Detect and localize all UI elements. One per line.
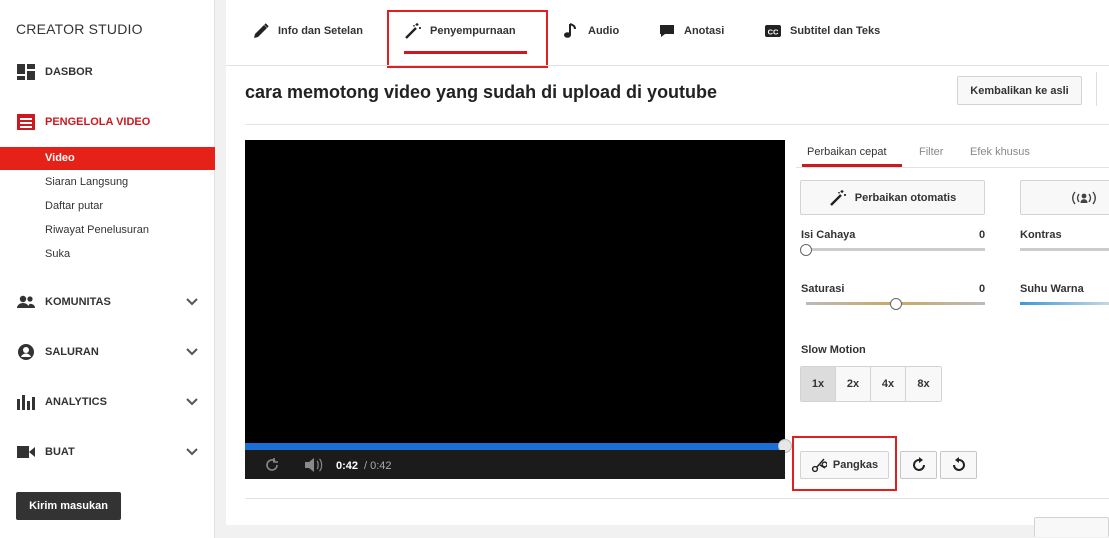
nav-item-komunitas[interactable]: KOMUNITAS	[0, 290, 215, 314]
auto-fix-label: Perbaikan otomatis	[854, 191, 957, 204]
footer-divider	[245, 498, 1109, 499]
slow-motion-speed-group: 1x 2x 4x 8x	[800, 366, 942, 402]
chevron-down-icon[interactable]	[185, 395, 199, 409]
replay-icon[interactable]	[264, 457, 280, 473]
tab-annotations[interactable]: Anotasi	[658, 0, 724, 62]
dashboard-icon	[17, 64, 35, 80]
speech-bubble-icon	[660, 25, 674, 37]
speed-4x-button[interactable]: 4x	[871, 367, 906, 401]
sub-item-label: Riwayat Penelusuran	[45, 224, 149, 236]
nav-item-label: PENGELOLA VIDEO	[45, 116, 151, 128]
sidebar-sub-item-search-history[interactable]: Riwayat Penelusuran	[0, 219, 215, 242]
highlight-box-trim	[792, 436, 897, 491]
cc-icon: CC	[765, 25, 781, 37]
chevron-down-icon[interactable]	[185, 345, 199, 359]
community-icon	[17, 295, 35, 308]
nav-item-video-manager[interactable]: PENGELOLA VIDEO	[0, 110, 215, 134]
panel-tab-quick-fix[interactable]: Perbaikan cepat	[807, 146, 887, 158]
tab-label: Audio	[588, 25, 620, 37]
header-separator	[1096, 72, 1097, 106]
color-temperature-label: Suhu Warna	[1020, 283, 1084, 295]
brand-title: CREATOR STUDIO	[16, 21, 143, 37]
sub-item-label: Video	[45, 152, 75, 164]
stabilize-icon	[1072, 191, 1096, 204]
saturation-value: 0	[979, 283, 986, 295]
current-time: 0:42	[336, 460, 359, 472]
tab-subtitles[interactable]: CC Subtitel dan Teks	[764, 0, 880, 62]
sidebar-sub-item-live[interactable]: Siaran Langsung	[0, 171, 215, 194]
saturation-label: Saturasi	[801, 283, 845, 295]
nav-item-label: SALURAN	[45, 346, 99, 358]
sidebar-sub-item-video[interactable]: Video	[0, 147, 215, 170]
tab-label: Anotasi	[684, 25, 725, 37]
duration: / 0:42	[364, 460, 392, 472]
sidebar-sub-item-playlists[interactable]: Daftar putar	[0, 195, 215, 218]
tab-info-settings[interactable]: Info dan Setelan	[252, 0, 363, 62]
player-controls: 0:42 / 0:42	[245, 450, 785, 479]
speed-8x-button[interactable]: 8x	[906, 367, 941, 401]
pencil-icon	[254, 23, 269, 38]
speed-1x-button[interactable]: 1x	[801, 367, 836, 401]
rotate-right-icon	[912, 457, 925, 471]
nav-item-label: KOMUNITAS	[45, 296, 111, 308]
panel-tab-divider	[796, 167, 1109, 168]
nav-item-label: ANALYTICS	[45, 396, 107, 408]
speed-2x-button[interactable]: 2x	[836, 367, 871, 401]
progress-bar[interactable]	[245, 443, 785, 450]
rotate-left-button[interactable]	[940, 451, 977, 479]
page-title: cara memotong video yang sudah di upload…	[245, 82, 718, 102]
slow-motion-label: Slow Motion	[801, 344, 866, 356]
tab-label: Info dan Setelan	[278, 25, 363, 37]
chevron-down-icon[interactable]	[185, 295, 199, 309]
nav-item-label: DASBOR	[45, 66, 93, 78]
highlight-box-tab	[387, 10, 548, 68]
channel-icon	[18, 344, 34, 360]
magic-wand-icon	[829, 189, 846, 206]
revert-to-original-button[interactable]: Kembalikan ke asli	[957, 76, 1082, 105]
volume-icon[interactable]	[304, 457, 324, 473]
tab-label: Subtitel dan Teks	[790, 25, 881, 37]
fill-light-value: 0	[979, 229, 986, 241]
contrast-label: Kontras	[1020, 229, 1062, 241]
stabilize-button[interactable]	[1020, 180, 1109, 215]
analytics-icon	[17, 395, 35, 410]
progress-fill	[245, 443, 785, 450]
nav-item-saluran[interactable]: SALURAN	[0, 340, 215, 364]
video-manager-icon	[17, 114, 35, 130]
panel-tab-special-effects[interactable]: Efek khusus	[970, 146, 1030, 158]
nav-item-buat[interactable]: BUAT	[0, 440, 215, 464]
sub-item-label: Siaran Langsung	[45, 176, 129, 188]
music-note-icon	[564, 23, 576, 38]
send-feedback-button[interactable]: Kirim masukan	[16, 492, 121, 520]
svg-text:CC: CC	[768, 28, 779, 37]
auto-fix-button[interactable]: Perbaikan otomatis	[800, 180, 985, 215]
sub-item-label: Daftar putar	[45, 200, 104, 212]
tab-divider	[226, 65, 1109, 66]
contrast-slider-track[interactable]	[1020, 248, 1109, 251]
header-divider	[245, 124, 1109, 125]
rotate-right-button[interactable]	[900, 451, 937, 479]
nav-item-label: BUAT	[45, 446, 75, 458]
saturation-slider-thumb[interactable]	[889, 298, 902, 310]
nav-item-dasbor[interactable]: DASBOR	[0, 60, 215, 84]
nav-item-analytics[interactable]: ANALYTICS	[0, 390, 215, 414]
sidebar: CREATOR STUDIO DASBOR PENGELOLA VIDEO Vi…	[0, 0, 215, 538]
fill-light-label: Isi Cahaya	[801, 229, 856, 241]
fill-light-slider-thumb[interactable]	[800, 244, 812, 256]
chevron-down-icon[interactable]	[185, 445, 199, 459]
save-button-partial[interactable]	[1034, 517, 1109, 537]
main-content: Info dan Setelan Penyempurnaan Audio Ano…	[226, 0, 1109, 537]
sidebar-sub-item-likes[interactable]: Suka	[0, 243, 215, 266]
tab-audio[interactable]: Audio	[562, 0, 619, 62]
panel-tab-filter[interactable]: Filter	[919, 146, 943, 158]
color-temperature-slider-track[interactable]	[1020, 302, 1109, 305]
video-player[interactable]: 0:42 / 0:42	[245, 140, 792, 479]
rotate-left-icon	[952, 457, 965, 471]
create-icon	[17, 446, 35, 458]
sub-item-label: Suka	[45, 248, 71, 260]
fill-light-slider-track[interactable]	[806, 248, 985, 251]
